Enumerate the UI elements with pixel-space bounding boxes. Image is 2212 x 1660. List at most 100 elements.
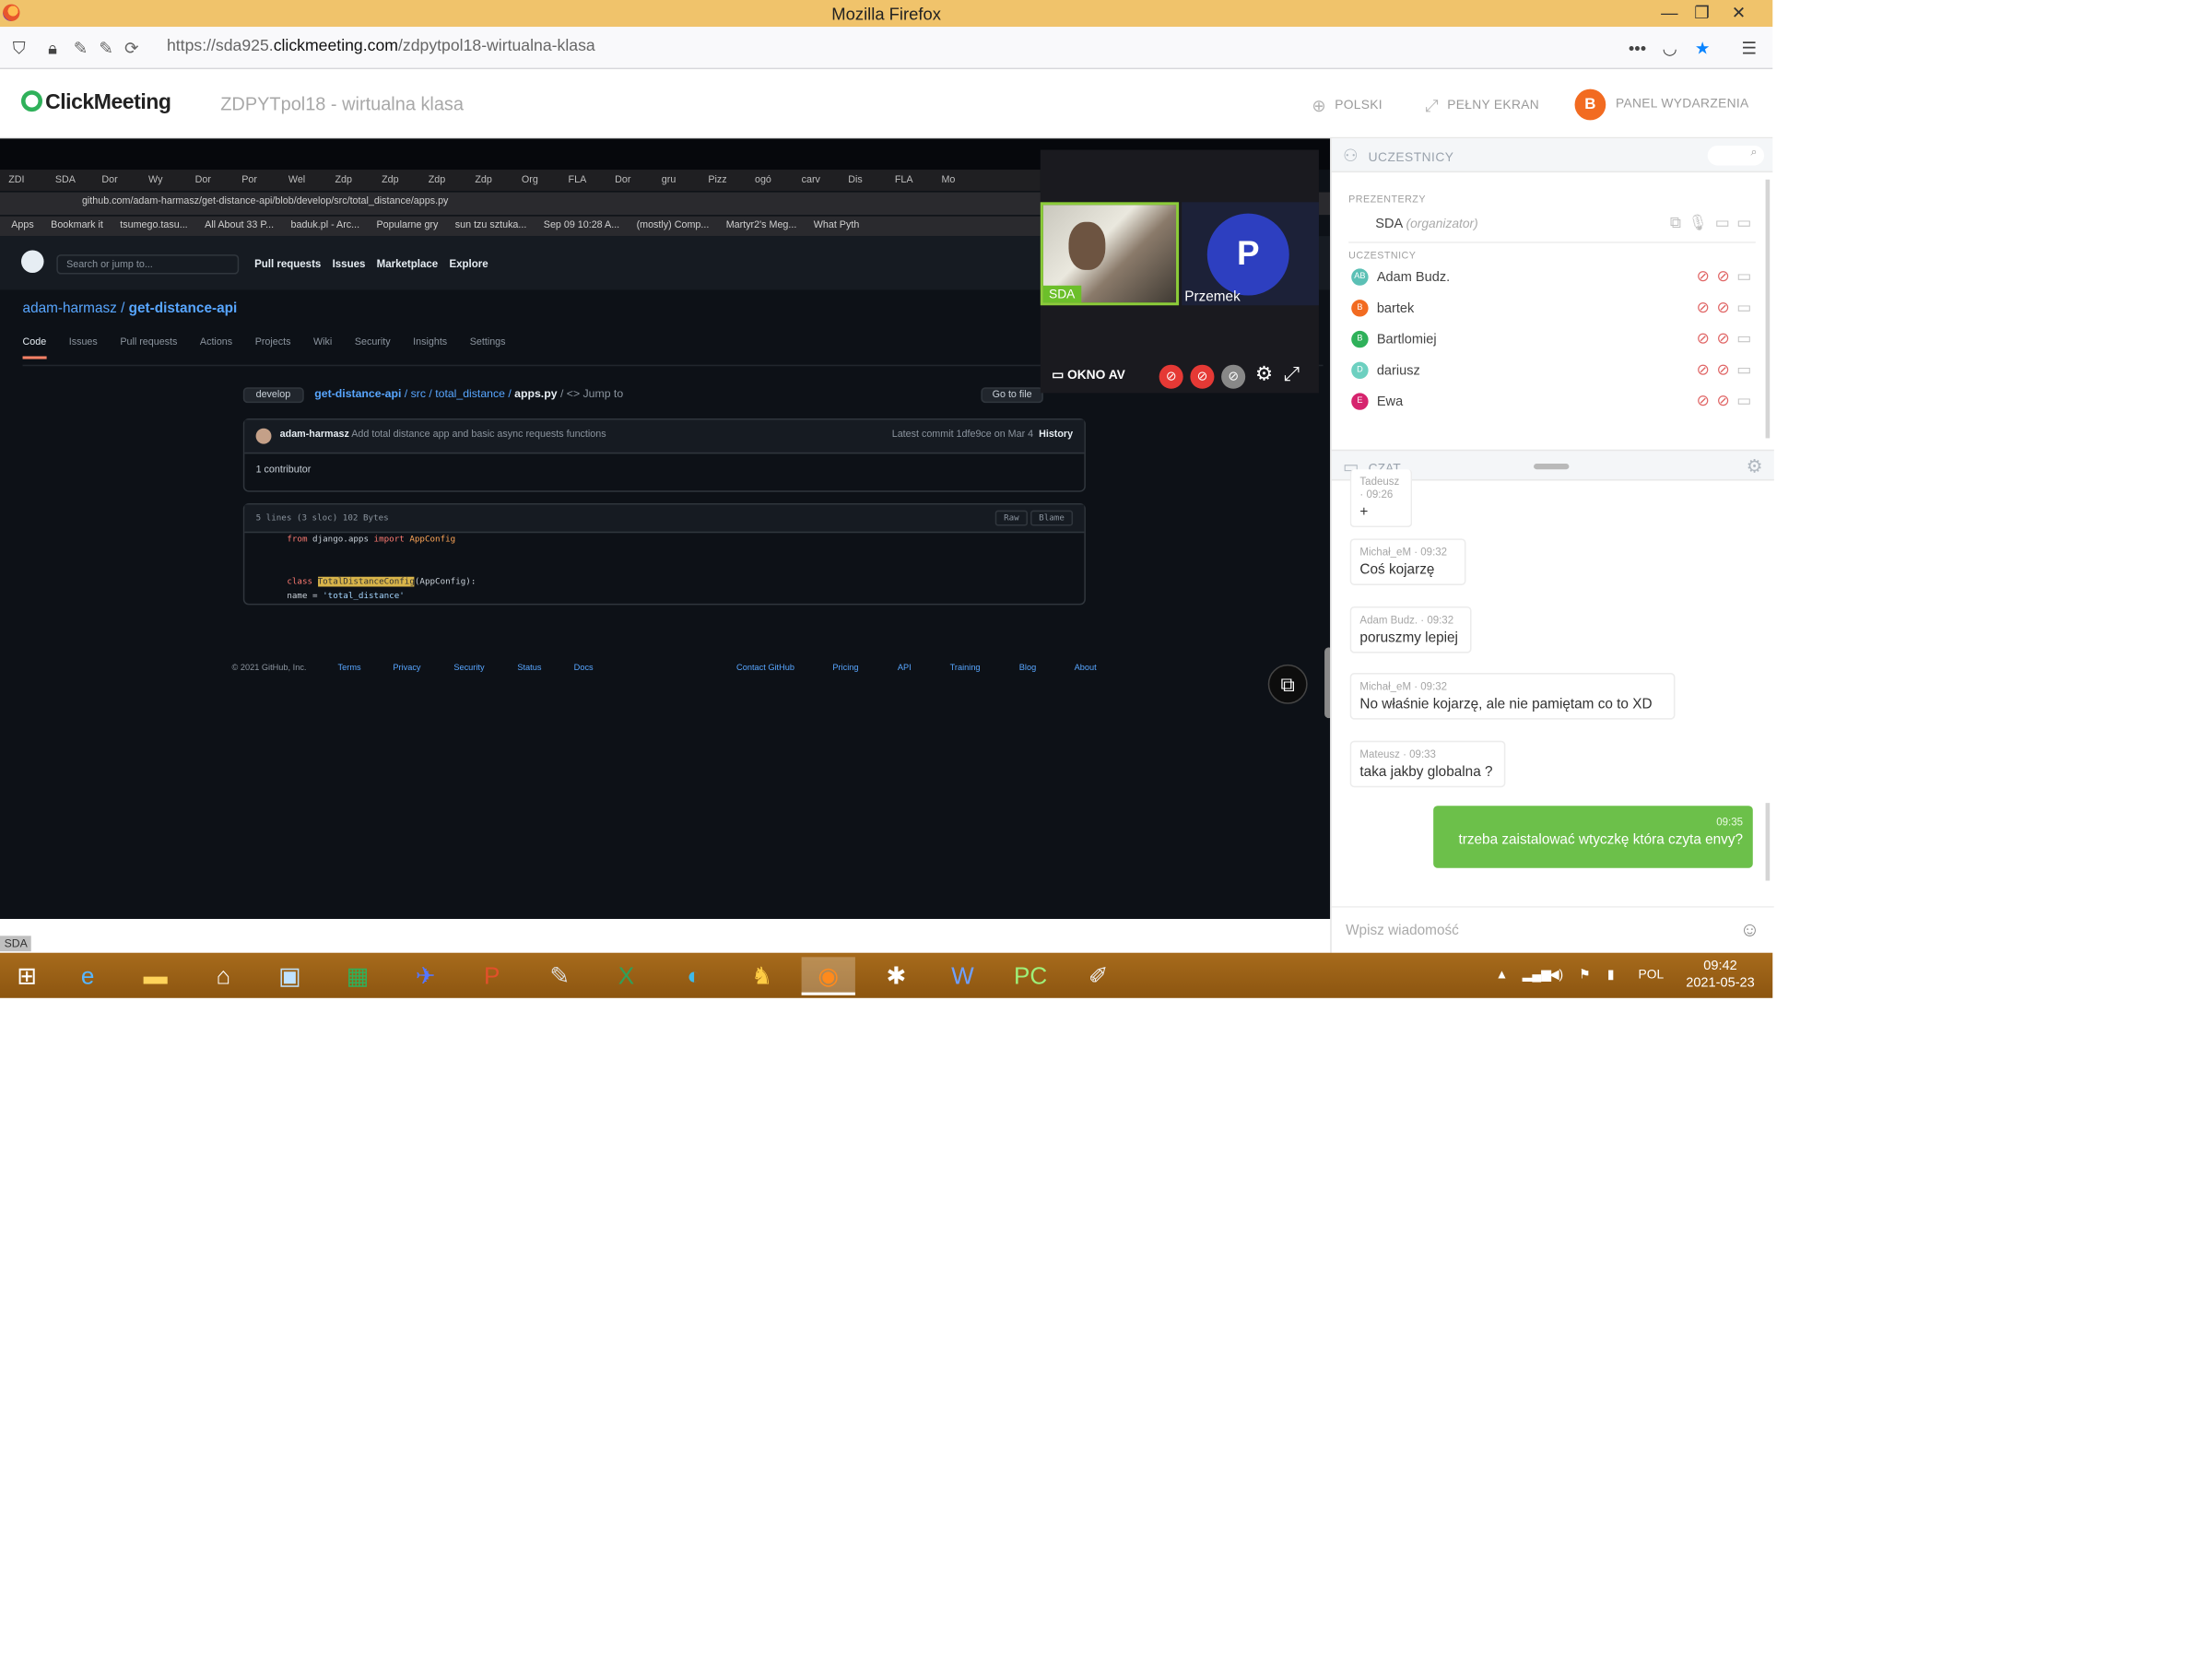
participant-controls[interactable]: ⊘⊘▭ bbox=[1697, 360, 1759, 379]
participant-row[interactable]: Ddariusz ⊘⊘▭ bbox=[1332, 355, 1773, 386]
app-icon[interactable]: ✈ bbox=[399, 957, 453, 995]
mic-off-icon[interactable]: ⊘ bbox=[1190, 364, 1215, 389]
battery-icon[interactable]: ▮ bbox=[1607, 967, 1615, 983]
message-text: + bbox=[1359, 504, 1369, 521]
participants-scrollbar[interactable] bbox=[1765, 179, 1771, 439]
pycharm-icon[interactable]: PC bbox=[1004, 957, 1057, 995]
repo-title: adam-harmasz / get-distance-api bbox=[22, 300, 238, 317]
people-icon: ⚇ bbox=[1343, 145, 1359, 166]
maximize-button[interactable]: ❐ bbox=[1685, 0, 1719, 27]
share-off-icon[interactable]: ⊘ bbox=[1221, 364, 1246, 389]
camera-tile-sda[interactable]: SDA bbox=[1040, 202, 1180, 306]
menu-icon[interactable]: ☰ bbox=[1742, 38, 1758, 57]
participant-controls[interactable]: ⊘⊘▭ bbox=[1697, 329, 1759, 347]
store-icon[interactable]: ▦ bbox=[331, 957, 384, 995]
message-author: Michał_eM bbox=[1359, 679, 1412, 693]
minimize-button[interactable]: — bbox=[1653, 0, 1687, 27]
event-panel-button[interactable]: PANEL WYDARZENIA bbox=[1616, 96, 1749, 110]
participants-header: ⚇ UCZESTNICY ⌕ bbox=[1331, 138, 1773, 173]
pen-tool-icon[interactable]: ✎ bbox=[533, 957, 586, 995]
participant-row[interactable]: SDA (organizator) ⧉🎙︎▭▭ bbox=[1332, 207, 1773, 239]
emoji-icon[interactable]: ☺ bbox=[1740, 917, 1760, 940]
shared-bookmarks-bar: Apps Bookmark it tsumego.tasu... All About … bbox=[0, 216, 1041, 237]
shield-icon[interactable]: ⛉ bbox=[13, 38, 26, 57]
chat-message: Tadeusz · 09:26 + bbox=[1349, 469, 1413, 528]
game-icon[interactable]: ♞ bbox=[735, 957, 789, 995]
picture-in-picture-button[interactable]: ⧉ bbox=[1267, 664, 1308, 704]
firefox-taskbar-icon[interactable]: ◉ bbox=[801, 957, 855, 995]
powerpoint-icon[interactable]: P bbox=[465, 957, 519, 995]
av-window: SDA P Przemek ▭ OKNO AV ⊘ ⊘ ⊘ ⚙ ⤢ bbox=[1040, 149, 1319, 394]
expand-icon: ⤢ bbox=[1424, 96, 1440, 116]
windows-start-icon[interactable]: ⊞ bbox=[0, 957, 53, 995]
flag-icon[interactable]: ⚑ bbox=[1579, 967, 1590, 983]
message-text: taka jakby globalna ? bbox=[1359, 764, 1493, 781]
message-text: poruszmy lepiej bbox=[1359, 630, 1458, 646]
participant-controls[interactable]: ⊘⊘▭ bbox=[1697, 267, 1759, 285]
github-links: Pull requests Issues Marketplace Explore bbox=[254, 257, 488, 270]
fullscreen-button[interactable]: ⤢ PEŁNY EKRAN bbox=[1425, 96, 1539, 117]
clock[interactable]: 09:42 2021-05-23 bbox=[1674, 959, 1767, 993]
computer-icon[interactable]: ▣ bbox=[263, 957, 316, 995]
participant-controls[interactable]: ⊘⊘▭ bbox=[1697, 299, 1759, 316]
lock-icon[interactable]: 🔒︎ bbox=[48, 38, 57, 57]
room-title: ZDPYTpol18 - wirtualna klasa bbox=[220, 93, 465, 115]
camera-blocked-icon[interactable]: ✎ bbox=[74, 38, 88, 57]
presenter-controls[interactable]: ⧉🎙︎▭▭ bbox=[1670, 214, 1759, 233]
av-window-label: ▭ OKNO AV bbox=[1052, 367, 1125, 383]
paint-icon[interactable]: ✐ bbox=[1072, 957, 1125, 995]
chat-input[interactable] bbox=[1346, 918, 1713, 942]
volume-icon[interactable]: ◀) bbox=[1549, 967, 1563, 983]
participant-avatar: E bbox=[1351, 393, 1369, 410]
word-icon[interactable]: W bbox=[935, 957, 989, 995]
internet-explorer-icon[interactable]: e bbox=[61, 957, 114, 995]
screen-share-icon[interactable]: ⟳ bbox=[124, 38, 138, 57]
clickmeeting-header: ClickMeeting ZDPYTpol18 - wirtualna klas… bbox=[0, 69, 1773, 139]
message-text: trzeba zaistalować wtyczkę która czyta e… bbox=[1458, 832, 1744, 849]
participant-avatar: D bbox=[1351, 361, 1369, 380]
pocket-icon[interactable]: ◡ bbox=[1663, 38, 1677, 57]
network-icon[interactable]: ▂▄▆ bbox=[1523, 967, 1551, 983]
branch-bar: develop get-distance-api / src / total_di… bbox=[242, 387, 1086, 406]
participant-row[interactable]: E Ewa ⊘⊘▭ bbox=[1332, 386, 1773, 418]
url-field[interactable]: https://sda925.clickmeeting.com/zdpytpol… bbox=[167, 38, 595, 54]
participants-list: AB Adam Budz. ⊘⊘▭ Bbartek ⊘⊘▭ B Bartlomiej ⊘⊘▭ D… bbox=[1332, 262, 1773, 418]
participant-row[interactable]: B Bartlomiej ⊘⊘▭ bbox=[1332, 324, 1773, 355]
participant-search[interactable]: ⌕ bbox=[1707, 145, 1765, 166]
edge-icon[interactable]: ◐ bbox=[667, 957, 721, 995]
expand-icon[interactable]: ⤢ bbox=[1284, 362, 1300, 386]
bookmark-star-icon[interactable]: ★ bbox=[1695, 38, 1711, 57]
mic-blocked-icon[interactable]: ✎ bbox=[99, 38, 112, 57]
webcam-person bbox=[1068, 221, 1106, 270]
participant-controls[interactable]: ⊘⊘▭ bbox=[1697, 392, 1759, 409]
chat-message: Mateusz · 09:33 taka jakby globalna ? bbox=[1349, 740, 1506, 788]
user-avatar[interactable]: B bbox=[1574, 88, 1606, 121]
language-indicator[interactable]: POL bbox=[1639, 967, 1665, 981]
settings-icon[interactable]: ⚙ bbox=[1255, 362, 1273, 386]
slack-icon[interactable]: ✱ bbox=[869, 957, 923, 995]
camera-tile-przemek[interactable]: P Przemek bbox=[1182, 202, 1319, 306]
github-icon bbox=[21, 250, 44, 274]
message-time: 09:32 bbox=[1420, 679, 1448, 693]
participant-name: Adam Budz. bbox=[1376, 269, 1451, 286]
clickmeeting-logo[interactable]: ClickMeeting bbox=[21, 90, 171, 114]
file-explorer-icon[interactable]: ▬ bbox=[129, 957, 182, 995]
gear-icon[interactable]: ⚙ bbox=[1747, 455, 1763, 478]
resize-handle[interactable] bbox=[1534, 464, 1570, 470]
home-icon[interactable]: ⌂ bbox=[196, 957, 250, 995]
close-button[interactable]: ✕ bbox=[1722, 0, 1756, 27]
commit-box: adam-harmasz Add total distance app and … bbox=[242, 418, 1086, 492]
participant-row[interactable]: AB Adam Budz. ⊘⊘▭ bbox=[1332, 262, 1773, 293]
attendees-label: UCZESTNICY bbox=[1348, 251, 1417, 262]
shared-tabs: ZDI SDA Dor Wy Dor Por Wel Zdp Zdp Zdp Zdp Org FLA Do… bbox=[0, 170, 1041, 192]
message-author: Adam Budz. bbox=[1359, 613, 1418, 627]
participant-row[interactable]: Bbartek ⊘⊘▭ bbox=[1332, 292, 1773, 324]
language-button[interactable]: ⊕ POLSKI bbox=[1312, 96, 1382, 115]
tray-chevron-icon[interactable]: ▲ bbox=[1496, 967, 1509, 981]
camera-name: SDA bbox=[1042, 285, 1081, 303]
message-time: 09:35 bbox=[1716, 815, 1744, 829]
chat-scrollbar[interactable] bbox=[1765, 803, 1771, 881]
more-icon[interactable]: ••• bbox=[1629, 38, 1646, 57]
camera-off-icon[interactable]: ⊘ bbox=[1159, 364, 1183, 389]
excel-icon[interactable]: X bbox=[599, 957, 653, 995]
